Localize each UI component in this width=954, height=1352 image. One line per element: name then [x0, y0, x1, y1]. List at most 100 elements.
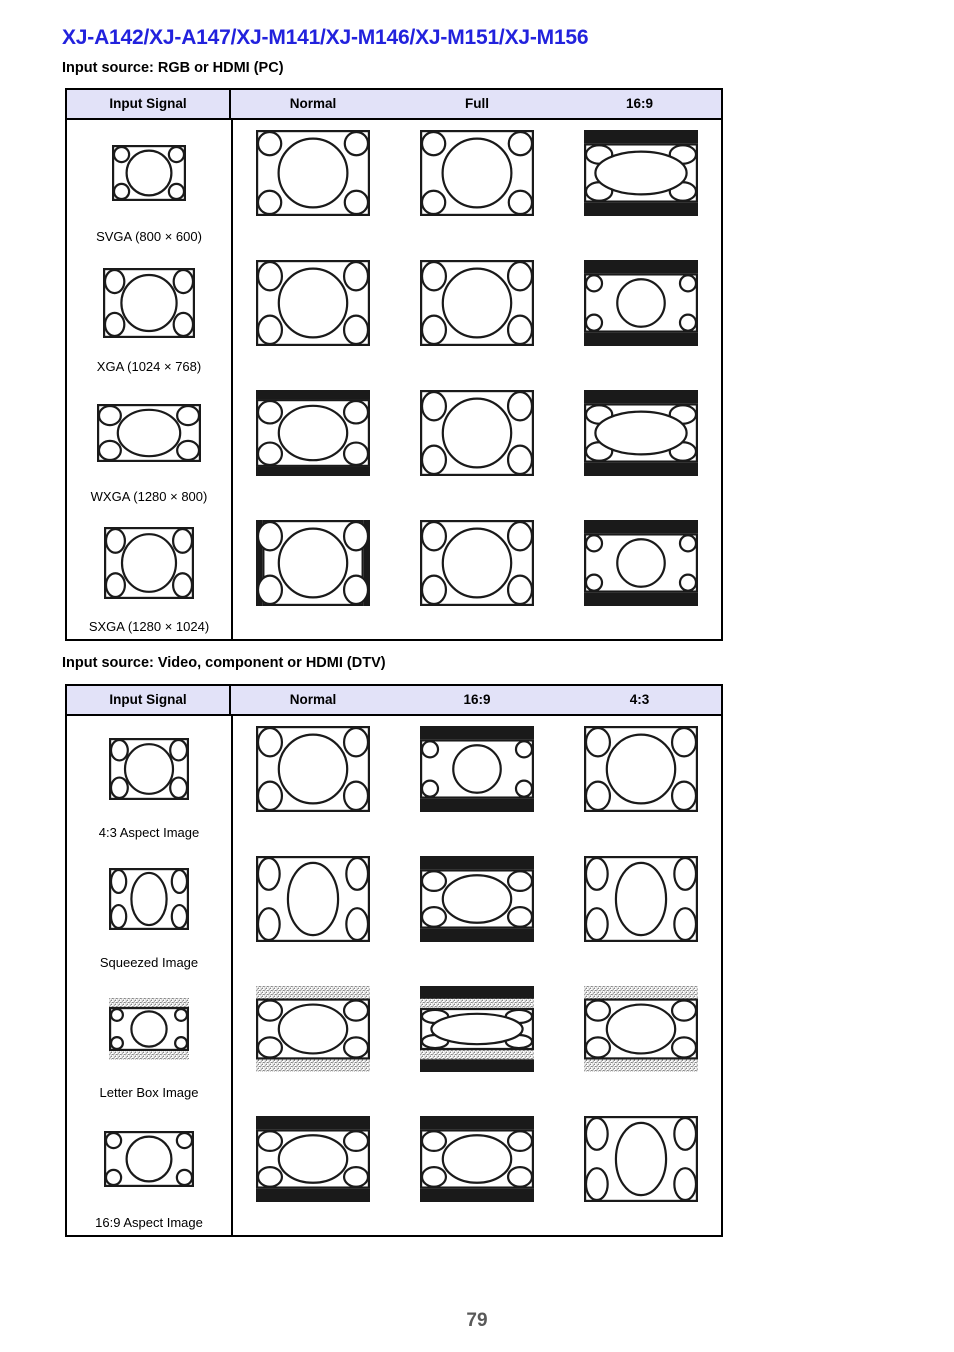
column-header-input-signal: Input Signal — [67, 90, 231, 118]
column-header-16-9: 16:9 — [463, 692, 491, 707]
test-pattern-figure — [256, 390, 371, 476]
test-pattern-figure — [584, 520, 699, 606]
test-pattern-figure — [420, 986, 535, 1072]
aspect-preview-cell — [231, 250, 395, 380]
test-pattern-figure — [256, 520, 370, 607]
aspect-preview-cell — [395, 976, 559, 1106]
table-row: XGA (1024 × 768) — [67, 250, 721, 380]
aspect-preview-cell — [395, 1106, 559, 1236]
input-signal-cell: Squeezed Image — [67, 846, 231, 976]
aspect-preview-cell — [395, 510, 559, 640]
test-pattern-figure — [420, 520, 535, 607]
input-signal-label: 4:3 Aspect Image — [98, 825, 200, 840]
test-pattern-figure — [256, 986, 371, 1072]
test-pattern-figure — [103, 268, 196, 339]
aspect-preview-cell — [231, 716, 395, 846]
table-header-row-dtv: Input Signal Normal 16:9 4:3 — [67, 686, 721, 716]
aspect-preview-cell — [559, 846, 723, 976]
input-signal-cell: Letter Box Image — [67, 976, 231, 1106]
test-pattern-figure — [584, 726, 699, 813]
aspect-preview-figure — [584, 1116, 699, 1207]
test-pattern-figure — [584, 1116, 699, 1203]
input-signal-label: XGA (1024 × 768) — [96, 359, 202, 374]
aspect-preview-cell — [559, 716, 723, 846]
aspect-preview-figure — [256, 856, 371, 947]
test-pattern-figure — [256, 1116, 371, 1202]
aspect-table-dtv: Input Signal Normal 16:9 4:3 4:3 Aspect … — [65, 684, 723, 1237]
table-row: SVGA (800 × 600) — [67, 120, 721, 250]
page-title: XJ-A142/XJ-A147/XJ-M141/XJ-M146/XJ-M151/… — [62, 26, 589, 49]
input-signal-cell: SVGA (800 × 600) — [67, 120, 231, 250]
aspect-preview-figure — [420, 260, 535, 351]
column-header-normal: Normal — [289, 96, 337, 111]
aspect-preview-figure — [420, 986, 535, 1077]
aspect-preview-cell — [559, 250, 723, 380]
input-signal-thumbnail — [109, 998, 190, 1065]
aspect-preview-figure — [420, 856, 535, 947]
table-body-dtv: 4:3 Aspect Image Squeezed Image Letter Box… — [67, 716, 721, 1236]
table-row: WXGA (1280 × 800) — [67, 380, 721, 510]
aspect-preview-cell — [395, 716, 559, 846]
test-pattern-figure — [420, 726, 535, 812]
aspect-preview-cell — [395, 380, 559, 510]
aspect-preview-cell — [559, 510, 723, 640]
test-pattern-figure — [420, 130, 535, 217]
aspect-preview-figure — [420, 390, 535, 481]
test-pattern-figure — [584, 856, 699, 943]
test-pattern-figure — [256, 260, 371, 347]
aspect-preview-figure — [256, 520, 370, 611]
aspect-preview-figure — [584, 726, 699, 817]
test-pattern-figure — [584, 390, 699, 476]
column-header-16-9: 16:9 — [625, 96, 654, 111]
table-row: SXGA (1280 × 1024) — [67, 510, 721, 640]
input-signal-label: SVGA (800 × 600) — [96, 229, 202, 244]
aspect-preview-figure — [584, 520, 699, 611]
aspect-preview-figure — [256, 390, 371, 481]
document-page: XJ-A142/XJ-A147/XJ-M141/XJ-M146/XJ-M151/… — [0, 0, 954, 1352]
table-body-pc: SVGA (800 × 600) XGA (1024 × 768) WXGA (12… — [67, 120, 721, 640]
test-pattern-figure — [256, 130, 371, 217]
test-pattern-figure — [584, 130, 699, 216]
test-pattern-figure — [584, 260, 699, 346]
test-pattern-figure — [109, 738, 190, 800]
aspect-preview-figure — [256, 1116, 371, 1207]
input-signal-label: 16:9 Aspect Image — [95, 1215, 203, 1230]
aspect-preview-figure — [420, 130, 535, 221]
table-row: Letter Box Image — [67, 976, 721, 1106]
aspect-preview-cell — [231, 976, 395, 1106]
test-pattern-figure — [109, 868, 190, 930]
aspect-preview-cell — [395, 120, 559, 250]
input-signal-thumbnail — [97, 404, 202, 467]
section-label-pc: Input source: RGB or HDMI (PC) — [62, 60, 284, 76]
section-label-dtv: Input source: Video, component or HDMI (… — [62, 655, 386, 671]
aspect-preview-figure — [584, 390, 699, 481]
column-header-4-3: 4:3 — [629, 692, 650, 707]
input-signal-thumbnail — [104, 527, 195, 604]
input-signal-label: Squeezed Image — [99, 955, 199, 970]
aspect-preview-figure — [584, 856, 699, 947]
aspect-preview-figure — [256, 986, 371, 1077]
aspect-preview-figure — [256, 726, 371, 817]
test-pattern-figure — [256, 856, 371, 943]
aspect-preview-cell — [231, 1106, 395, 1236]
test-pattern-figure — [420, 390, 535, 477]
input-signal-label: WXGA (1280 × 800) — [90, 489, 208, 504]
column-header-normal: Normal — [289, 692, 337, 707]
aspect-preview-cell — [559, 120, 723, 250]
column-header-input-signal: Input Signal — [67, 686, 231, 714]
test-pattern-figure — [112, 145, 187, 201]
test-pattern-figure — [104, 527, 195, 600]
input-signal-cell: 16:9 Aspect Image — [67, 1106, 231, 1236]
aspect-table-pc: Input Signal Normal Full 16:9 SVGA (800 … — [65, 88, 723, 641]
table-row: 4:3 Aspect Image — [67, 716, 721, 846]
table-row: 16:9 Aspect Image — [67, 1106, 721, 1236]
test-pattern-figure — [420, 260, 535, 347]
table-row: Squeezed Image — [67, 846, 721, 976]
input-signal-cell: XGA (1024 × 768) — [67, 250, 231, 380]
input-signal-thumbnail — [109, 868, 190, 935]
test-pattern-figure — [109, 998, 190, 1060]
test-pattern-figure — [104, 1131, 195, 1187]
aspect-preview-cell — [395, 250, 559, 380]
input-signal-cell: SXGA (1280 × 1024) — [67, 510, 231, 640]
aspect-preview-figure — [256, 130, 371, 221]
